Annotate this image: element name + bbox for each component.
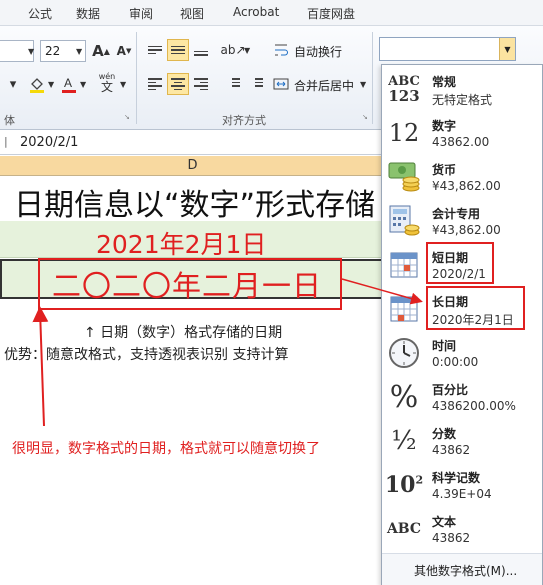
orientation-icon[interactable]: ab↗ — [220, 39, 245, 61]
increase-indent-icon[interactable] — [245, 73, 267, 95]
format-percentage[interactable]: % 百分比 4386200.00% — [382, 375, 542, 419]
align-top-icon[interactable] — [144, 39, 166, 61]
note-storage: ↑ 日期（数字）格式存储的日期 — [84, 325, 283, 341]
font-size-value: 22 — [45, 44, 61, 58]
clock-icon — [386, 335, 422, 371]
chinese-date-value: 二〇二〇年二月一日 — [52, 269, 323, 303]
format-name: 文本 — [432, 515, 457, 529]
fill-color-icon[interactable] — [26, 73, 48, 95]
format-scientific[interactable]: 102 科学记数 4.39E+04 — [382, 463, 542, 507]
scientific-icon: 102 — [384, 472, 424, 498]
tab-view[interactable]: 视图 — [180, 5, 204, 22]
date-cell-value: 2021年2月1日 — [96, 230, 267, 259]
short-date-calendar-icon — [386, 247, 422, 283]
merge-center-icon[interactable] — [270, 73, 292, 95]
format-sample: 43862 — [432, 443, 471, 457]
note-advantages: 优势：随意改格式，支持透视表识别 支持计算 — [4, 347, 289, 363]
format-name: 常规 — [432, 75, 457, 89]
dialog-launcher-icon[interactable]: ↘ — [362, 113, 368, 121]
sheet-title-cell[interactable]: 日期信息以“数字”形式存储 — [14, 180, 375, 224]
fraction-icon: ½ — [391, 426, 417, 456]
chevron-down-icon[interactable]: ▼ — [360, 80, 366, 89]
format-name: 分数 — [432, 427, 457, 441]
annotation-note: 很明显，数字格式的日期，格式就可以随意切换了 — [12, 441, 320, 457]
dialog-launcher-icon[interactable]: ↘ — [124, 113, 130, 121]
decrease-font-size-icon[interactable]: A ▼ — [113, 40, 135, 62]
format-currency[interactable]: 货币 ¥43,862.00 — [382, 155, 542, 199]
align-middle-icon[interactable] — [167, 39, 189, 61]
align-bottom-icon[interactable] — [190, 39, 212, 61]
chevron-down-icon[interactable]: ▼ — [499, 38, 515, 60]
align-left-icon[interactable] — [144, 73, 166, 95]
format-name: 会计专用 — [432, 207, 481, 221]
formula-bar-separator: | — [4, 135, 8, 148]
format-sample: 4386200.00% — [432, 399, 516, 413]
wrap-text-icon[interactable] — [270, 39, 292, 61]
tab-baidu-netdisk[interactable]: 百度网盘 — [307, 5, 355, 22]
short-date-highlight — [426, 242, 494, 284]
format-name: 货币 — [432, 163, 457, 177]
arrow-to-chinese-date — [32, 306, 49, 427]
tab-data[interactable]: 数据 — [76, 5, 100, 22]
percent-icon: % — [389, 379, 419, 415]
ribbon-tab-bar: 公式 数据 审阅 视图 Acrobat 百度网盘 — [0, 0, 543, 26]
long-date-calendar-icon — [386, 291, 422, 327]
chevron-down-icon[interactable]: ▼ — [28, 47, 34, 56]
chevron-down-icon[interactable]: ▼ — [244, 46, 250, 55]
format-number[interactable]: 12 数字 43862.00 — [382, 111, 542, 155]
wrap-text-button[interactable]: 自动换行 — [294, 43, 342, 60]
number-format-combobox[interactable]: ▼ — [379, 37, 516, 61]
format-fraction[interactable]: ½ 分数 43862 — [382, 419, 542, 463]
format-accounting[interactable]: 会计专用 ¥43,862.00 — [382, 199, 542, 243]
merge-center-button[interactable]: 合并后居中 — [294, 77, 354, 94]
increase-font-size-icon[interactable]: A ▲ — [90, 40, 112, 62]
decrease-indent-icon[interactable] — [222, 73, 244, 95]
format-sample: 43862 — [432, 531, 471, 545]
currency-icon — [386, 159, 422, 195]
group-separator — [372, 32, 373, 124]
format-sample: 43862.00 — [432, 135, 490, 149]
format-name: 数字 — [432, 119, 457, 133]
align-right-icon[interactable] — [190, 73, 212, 95]
phonetic-guide-icon[interactable]: wén 文 — [96, 71, 118, 93]
border-icon[interactable]: ▾ — [2, 73, 24, 95]
abc-123-icon: ABC 123 — [388, 74, 420, 105]
chevron-down-icon[interactable]: ▼ — [80, 80, 86, 89]
format-sample: 无特定格式 — [432, 93, 493, 107]
format-name: 科学记数 — [432, 471, 481, 485]
group-separator — [136, 32, 137, 124]
chevron-down-icon[interactable]: ▼ — [48, 80, 54, 89]
format-sample: ¥43,862.00 — [432, 223, 501, 237]
long-date-highlight — [426, 286, 525, 330]
more-number-formats-label: 其他数字格式(M)... — [414, 564, 518, 578]
alignment-group-label: 对齐方式 — [222, 114, 266, 127]
align-center-icon[interactable] — [167, 73, 189, 95]
chevron-down-icon[interactable]: ▼ — [120, 80, 126, 89]
format-sample: ¥43,862.00 — [432, 179, 501, 193]
column-header-d[interactable]: D — [0, 156, 385, 176]
font-color-icon[interactable]: A — [58, 73, 80, 95]
format-sample: 4.39E+04 — [432, 487, 492, 501]
chevron-down-icon[interactable]: ▼ — [76, 47, 82, 56]
svg-text:A: A — [64, 76, 72, 90]
accounting-icon — [386, 203, 422, 239]
more-number-formats-button[interactable]: 其他数字格式(M)... — [382, 553, 542, 585]
font-group-label: 体 — [4, 114, 15, 127]
text-abc-icon: ABC — [386, 521, 422, 537]
tab-formulas[interactable]: 公式 — [28, 5, 52, 22]
tab-acrobat[interactable]: Acrobat — [233, 5, 279, 19]
format-text[interactable]: ABC 文本 43862 — [382, 507, 542, 551]
format-name: 时间 — [432, 339, 457, 353]
format-name: 百分比 — [432, 383, 469, 397]
format-time[interactable]: 时间 0:00:00 — [382, 331, 542, 375]
number-12-icon: 12 — [388, 119, 420, 147]
format-general[interactable]: ABC 123 常规 无特定格式 — [382, 67, 542, 111]
tab-review[interactable]: 审阅 — [129, 5, 153, 22]
formula-bar-value[interactable]: 2020/2/1 — [20, 135, 78, 150]
format-sample: 0:00:00 — [432, 355, 479, 369]
